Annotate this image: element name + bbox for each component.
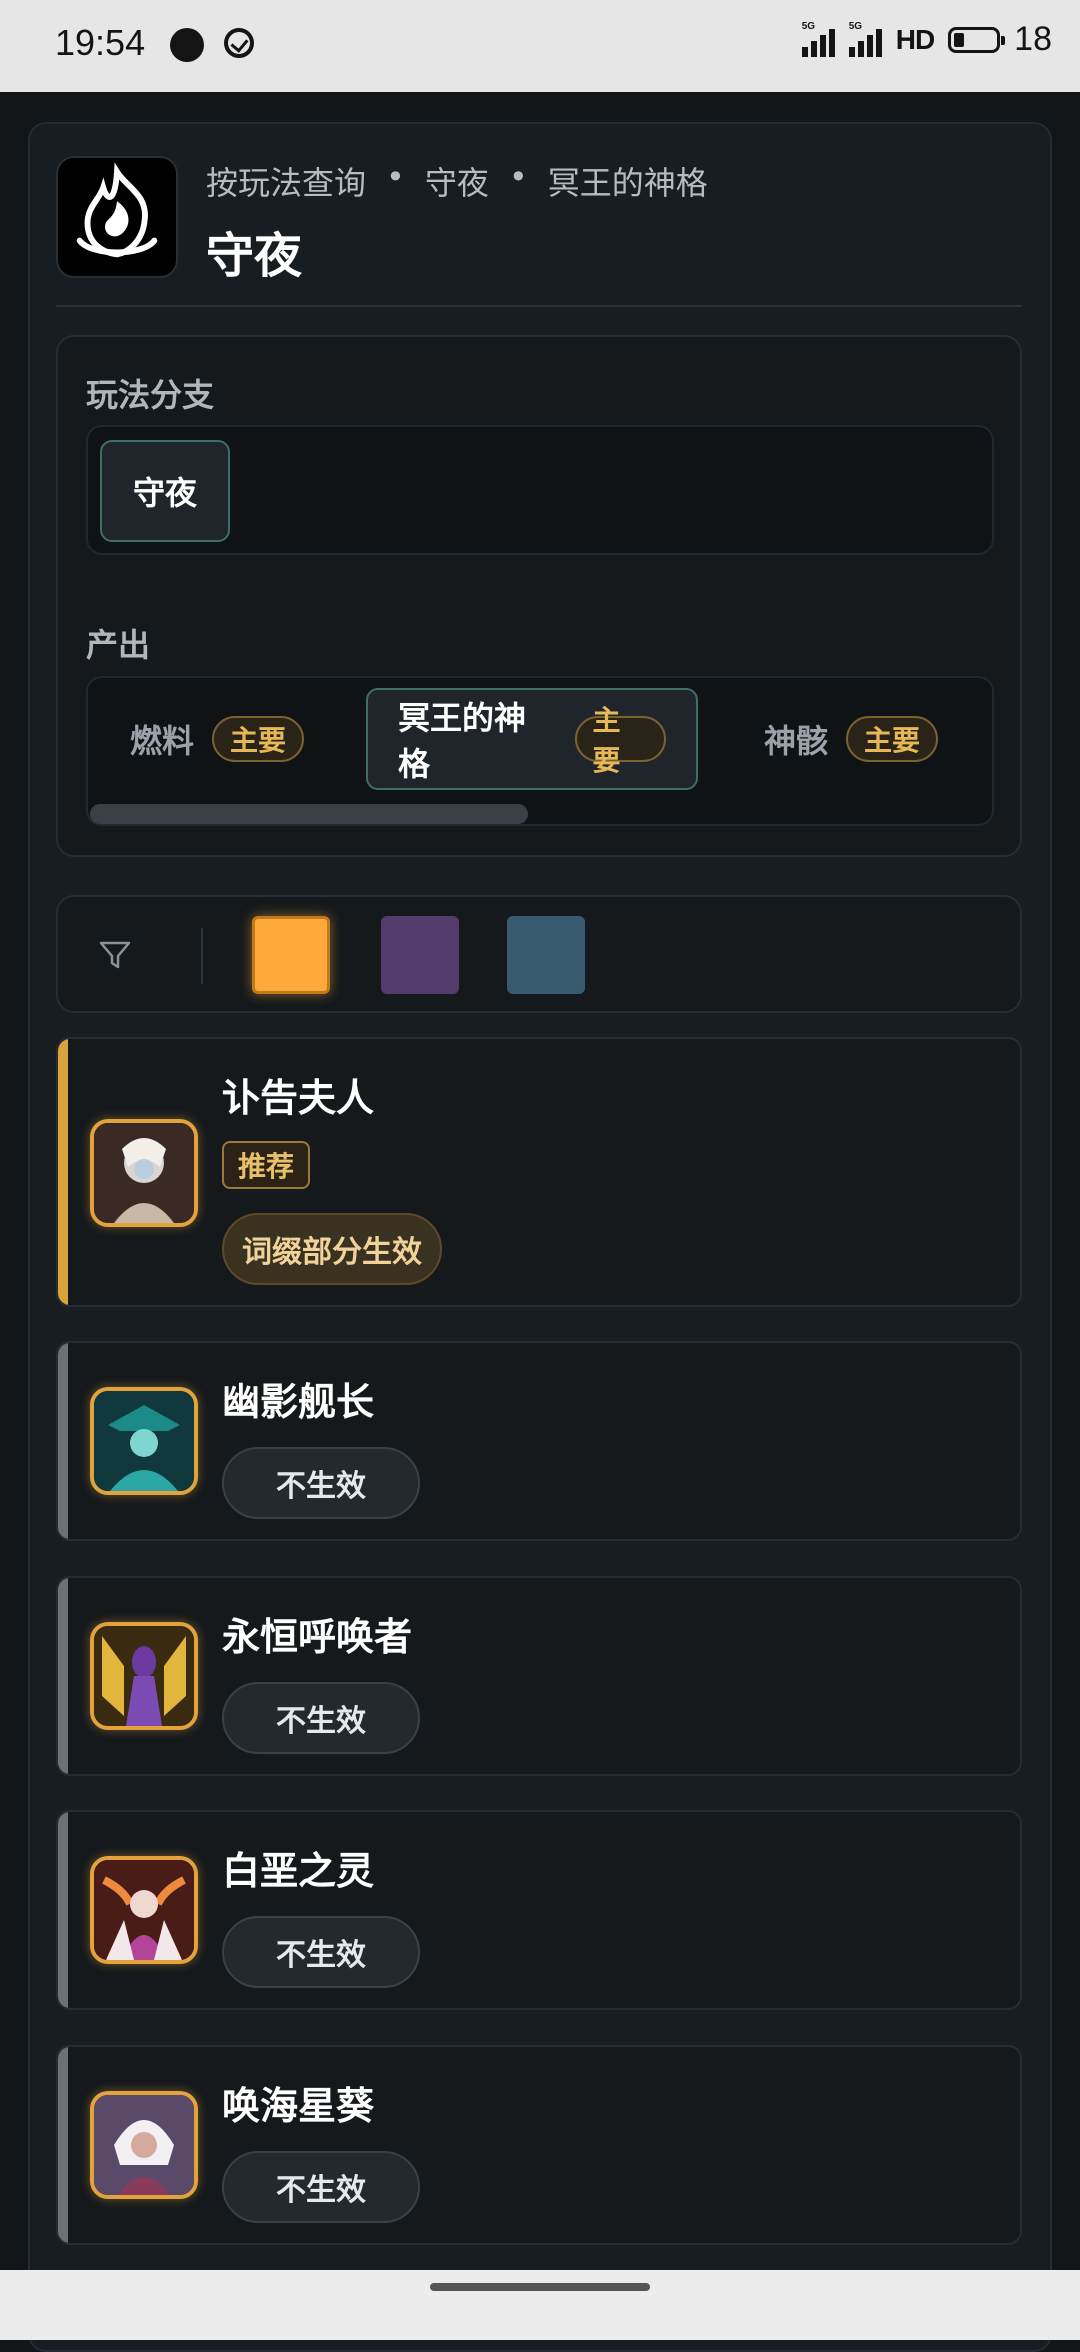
hero-card[interactable]: 永恒呼唤者 不生效 [56, 1576, 1022, 1776]
hero-card[interactable]: 唤海星葵 不生效 [56, 2045, 1022, 2245]
hero-accent-bar [58, 1812, 68, 2008]
effect-status: 不生效 [222, 1447, 420, 1519]
hero-name: 白垩之灵 [222, 1849, 375, 1893]
hero-accent-bar [58, 1039, 68, 1305]
output-item-hades-divinity[interactable]: 冥王的神格 主要 [366, 688, 698, 790]
chat-notification-icon [170, 28, 204, 62]
breadcrumb: 按玩法查询 • 守夜 • 冥王的神格 [206, 158, 708, 204]
branch-label: 玩法分支 [86, 376, 215, 414]
hero-name: 讣告夫人 [222, 1076, 375, 1120]
flame-emblem-icon [56, 156, 178, 278]
horizontal-scrollbar[interactable] [90, 804, 528, 824]
hero-avatar [90, 1119, 198, 1227]
primary-badge: 主要 [846, 716, 939, 762]
status-time: 19:54 [55, 22, 146, 63]
hero-accent-bar [58, 1578, 68, 1774]
effect-status: 词缀部分生效 [222, 1213, 442, 1285]
hero-name: 幽影舰长 [222, 1380, 375, 1424]
page-title: 守夜 [206, 228, 303, 284]
hero-accent-bar [58, 1343, 68, 1539]
hero-name: 唤海星葵 [222, 2084, 375, 2128]
status-bar: 19:54 5G 5G HD 18 [0, 0, 1080, 92]
breadcrumb-item[interactable]: 按玩法查询 [206, 158, 366, 204]
breadcrumb-item: 冥王的神格 [547, 164, 708, 202]
hero-avatar [90, 1622, 198, 1730]
primary-badge: 主要 [574, 704, 666, 777]
hero-accent-bar [58, 2047, 68, 2243]
color-swatch-orange[interactable] [252, 916, 330, 994]
output-item-fuel[interactable]: 燃料 主要 [130, 688, 305, 790]
effect-status: 不生效 [222, 2151, 420, 2223]
filter-divider [201, 928, 203, 984]
breadcrumb-separator: • [508, 158, 528, 196]
output-item-remains[interactable]: 神骸 主要 [764, 688, 939, 790]
battery-level: 18 [1014, 20, 1052, 58]
hd-indicator: HD [895, 23, 935, 55]
color-swatch-purple[interactable] [381, 916, 459, 994]
system-nav-bar [0, 2270, 1080, 2340]
hero-card[interactable]: 幽影舰长 不生效 [56, 1341, 1022, 1541]
recommended-badge: 推荐 [222, 1141, 311, 1189]
hero-name: 永恒呼唤者 [222, 1615, 413, 1659]
hero-card[interactable]: 白垩之灵 不生效 [56, 1810, 1022, 2010]
color-swatch-blue[interactable] [507, 916, 585, 994]
hero-avatar [90, 2091, 198, 2199]
battery-icon [948, 26, 1006, 53]
breadcrumb-item[interactable]: 守夜 [425, 158, 489, 204]
branch-chip-shouye[interactable]: 守夜 [100, 440, 230, 542]
signal-icon-2: 5G [848, 21, 882, 57]
signal-icon: 5G [801, 21, 835, 57]
hero-avatar [90, 1387, 198, 1495]
hero-avatar [90, 1856, 198, 1964]
home-gesture-handle[interactable] [430, 2283, 650, 2291]
check-circle-icon [224, 28, 254, 58]
effect-status: 不生效 [222, 1916, 420, 1988]
effect-status: 不生效 [222, 1682, 420, 1754]
breadcrumb-separator: • [386, 158, 405, 196]
header-divider [56, 305, 1022, 307]
output-label: 产出 [86, 626, 151, 664]
filter-icon[interactable] [98, 938, 132, 972]
hero-card[interactable]: 讣告夫人 推荐 词缀部分生效 [56, 1037, 1022, 1307]
primary-badge: 主要 [212, 716, 305, 762]
